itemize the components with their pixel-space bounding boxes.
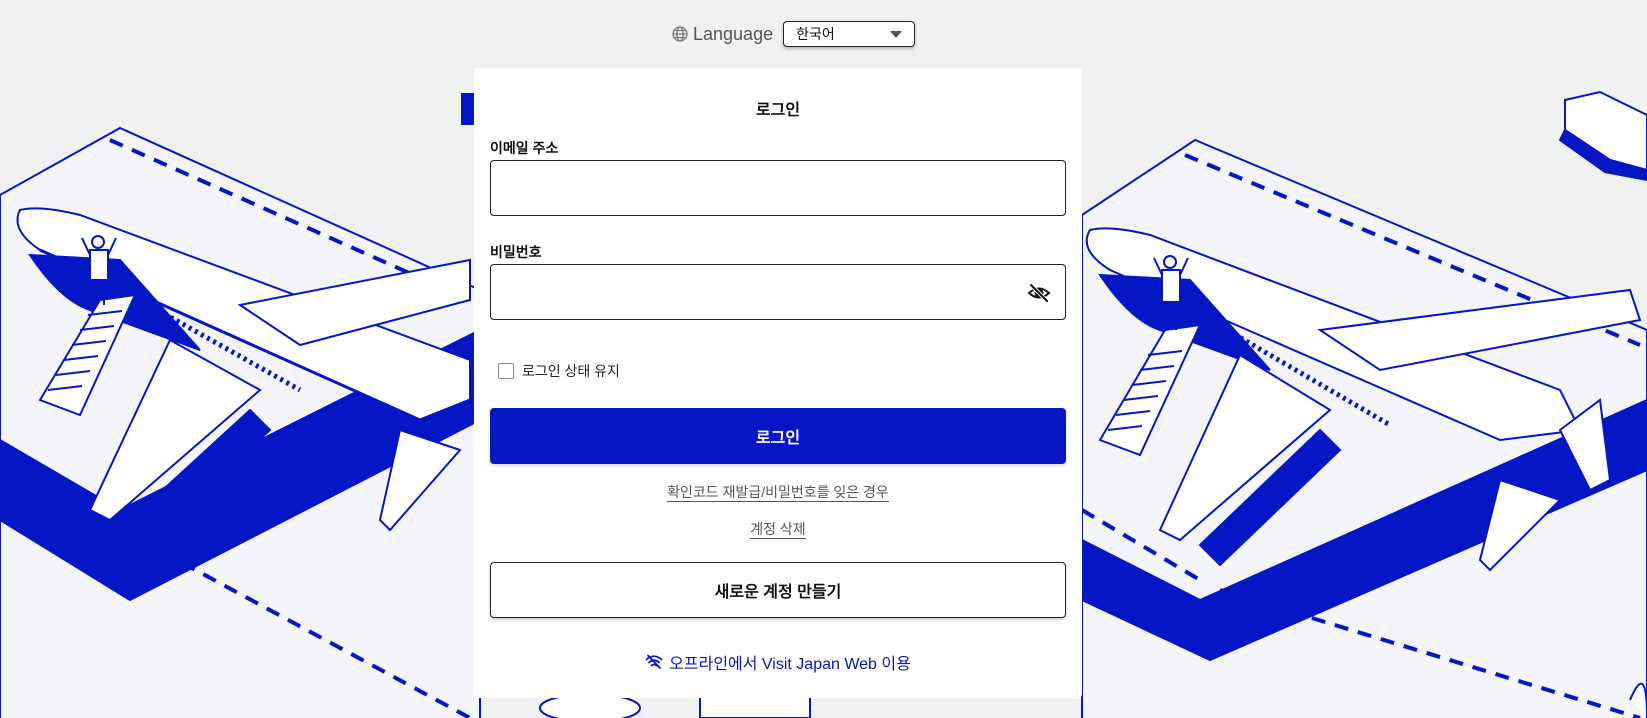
eye-slash-icon[interactable] <box>1027 281 1051 305</box>
globe-icon <box>672 26 688 42</box>
password-field[interactable] <box>491 265 1065 319</box>
email-field[interactable] <box>491 161 1065 215</box>
forgot-password-link-wrap: 확인코드 재발급/비밀번호를 잊은 경우 <box>474 482 1082 502</box>
login-button[interactable]: 로그인 <box>490 408 1066 464</box>
password-field-wrapper <box>490 264 1066 320</box>
offline-link[interactable]: 오프라인에서 Visit Japan Web 이용 <box>474 650 1082 674</box>
language-selected-value: 한국어 <box>796 26 835 42</box>
keep-logged-in[interactable]: 로그인 상태 유지 <box>498 361 620 381</box>
login-card: 로그인 이메일 주소 비밀번호 로그인 상태 유지 로그인 확인코드 재발급/비… <box>474 68 1082 698</box>
login-page: Language 한국어 로그인 이메일 주소 비밀번호 로그인 상태 유지 로… <box>0 0 1647 718</box>
password-label: 비밀번호 <box>490 244 542 260</box>
keep-logged-in-checkbox[interactable] <box>498 363 514 379</box>
language-label-group: Language <box>672 24 773 45</box>
wifi-off-icon <box>645 654 663 669</box>
login-title: 로그인 <box>755 102 801 119</box>
delete-account-link[interactable]: 계정 삭제 <box>750 521 806 539</box>
delete-account-link-wrap: 계정 삭제 <box>474 519 1082 539</box>
language-label: Language <box>693 23 774 44</box>
email-field-wrapper <box>490 160 1066 216</box>
chevron-down-icon <box>890 30 903 38</box>
forgot-password-link[interactable]: 확인코드 재발급/비밀번호를 잊은 경우 <box>667 484 889 502</box>
language-select[interactable]: 한국어 <box>783 21 916 47</box>
offline-link-label: 오프라인에서 Visit Japan Web 이용 <box>669 656 911 673</box>
create-account-button[interactable]: 새로운 계정 만들기 <box>490 562 1066 618</box>
language-bar: Language 한국어 <box>672 20 916 48</box>
keep-logged-in-label: 로그인 상태 유지 <box>522 363 620 379</box>
email-label: 이메일 주소 <box>490 140 559 156</box>
